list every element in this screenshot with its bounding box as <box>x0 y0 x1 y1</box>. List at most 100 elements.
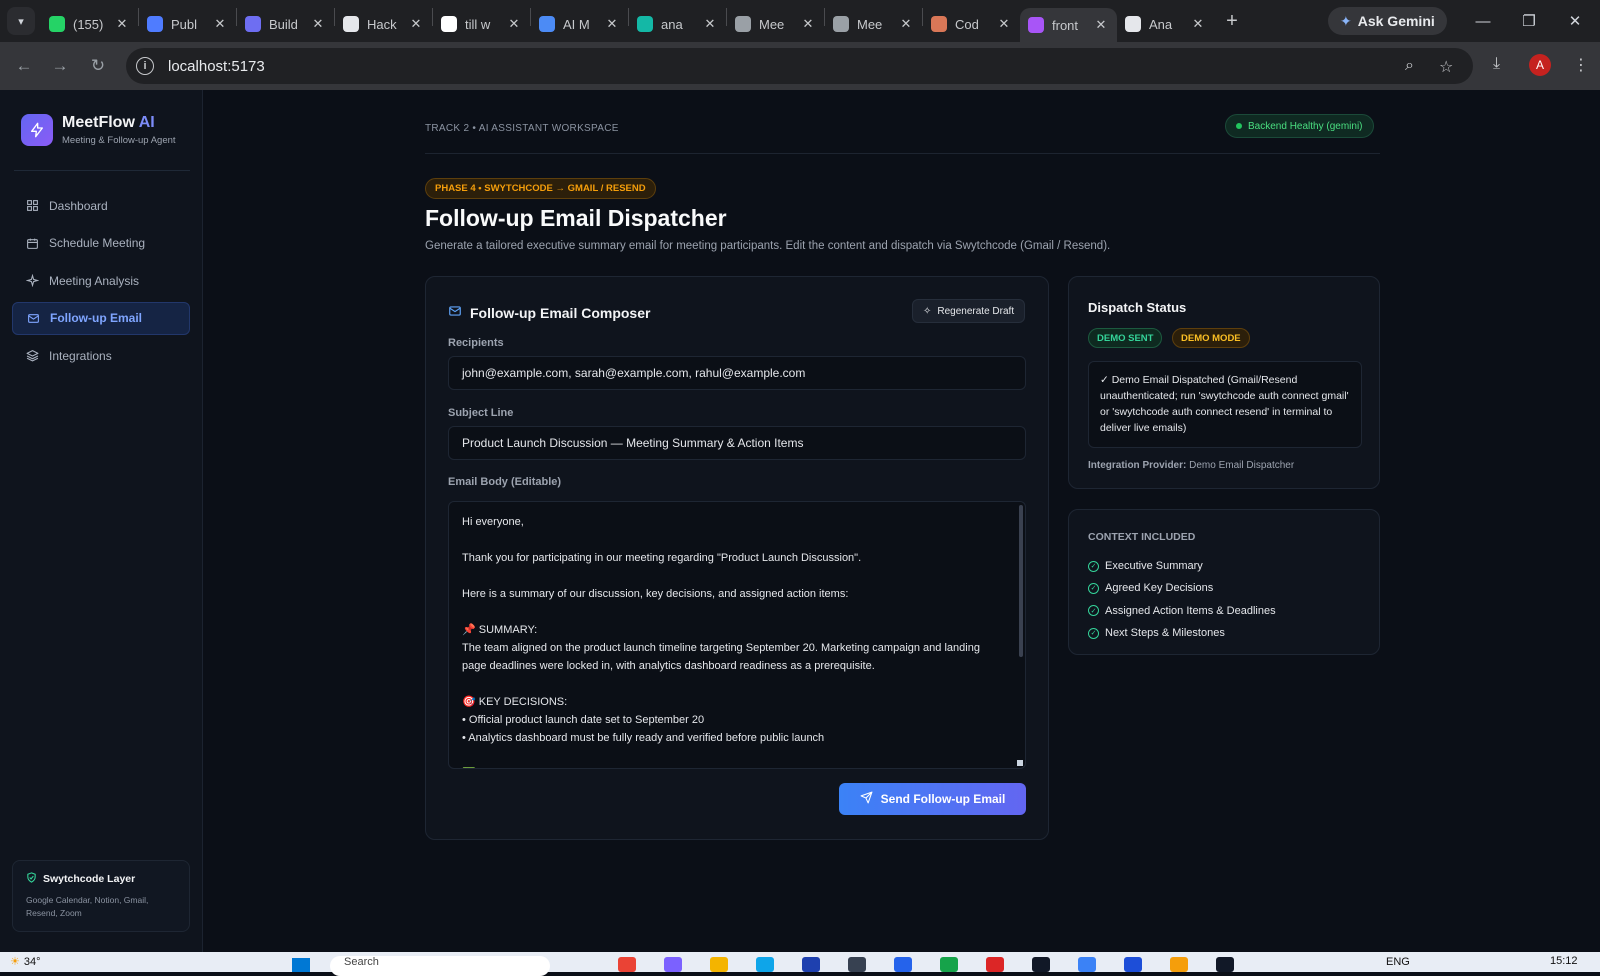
site-info-icon[interactable]: i <box>136 57 154 75</box>
brave-taskbar-icon[interactable] <box>986 957 1004 972</box>
restore-button[interactable]: ❐ <box>1506 0 1552 42</box>
vscode2-taskbar-icon[interactable] <box>1078 957 1096 972</box>
os-taskbar: ☀ 34° Search ENG 15:12 <box>0 952 1600 976</box>
browser-tab[interactable]: Publ ✕ <box>139 8 236 40</box>
new-tab-button[interactable]: + <box>1218 10 1246 33</box>
context-item-label: Agreed Key Decisions <box>1105 582 1214 595</box>
xbox-taskbar-icon[interactable] <box>940 957 958 972</box>
context-item: ✓ Agreed Key Decisions <box>1088 577 1276 599</box>
regenerate-draft-button[interactable]: ✧ Regenerate Draft <box>912 299 1026 323</box>
zoom-icon[interactable]: ⌕ <box>1405 57 1414 75</box>
sidebar-item-integrations[interactable]: Integrations <box>12 339 190 372</box>
build-icon <box>245 16 261 32</box>
github-taskbar-icon[interactable] <box>1032 957 1050 972</box>
context-included-card: CONTEXT INCLUDED ✓ Executive Summary ✓ Agre… <box>1068 509 1380 655</box>
tab-close-icon[interactable]: ✕ <box>408 16 424 32</box>
folder-taskbar-icon[interactable] <box>710 957 728 972</box>
backend-health-badge: Backend Healthy (gemini) <box>1225 114 1374 138</box>
email-body-textarea[interactable]: Hi everyone, Thank you for participating… <box>448 501 1026 769</box>
layers-icon <box>25 349 39 363</box>
browser-tab[interactable]: front ✕ <box>1020 8 1117 42</box>
forward-button[interactable]: → <box>46 52 74 80</box>
sidebar-item-dashboard[interactable]: Dashboard <box>12 189 190 222</box>
weather-widget[interactable]: ☀ 34° <box>10 955 41 969</box>
language-indicator[interactable]: ENG <box>1386 956 1410 968</box>
vscode-taskbar-icon[interactable] <box>894 957 912 972</box>
mail-icon <box>26 311 40 325</box>
github-icon <box>1125 16 1141 32</box>
app-taskbar-icon[interactable] <box>848 957 866 972</box>
tab-close-icon[interactable]: ✕ <box>1190 16 1206 32</box>
browser-tab[interactable]: till w ✕ <box>433 8 530 40</box>
tab-close-icon[interactable]: ✕ <box>114 16 130 32</box>
windows-start-icon[interactable] <box>292 958 310 972</box>
back-button[interactable]: ← <box>10 52 38 80</box>
tab-search-button[interactable]: ▾ <box>7 7 35 35</box>
copilot-taskbar-icon[interactable] <box>664 957 682 972</box>
chatgpt-taskbar-icon[interactable] <box>1216 957 1234 972</box>
download-icon[interactable]: ⤓ <box>1493 55 1500 73</box>
swytchcode-layer-title: Swytchcode Layer <box>43 873 136 885</box>
recipients-input[interactable]: john@example.com, sarah@example.com, rah… <box>448 356 1026 390</box>
browser-tab[interactable]: Hack ✕ <box>335 8 432 40</box>
word-taskbar-icon[interactable] <box>1124 957 1142 972</box>
reload-button[interactable]: ↻ <box>84 52 112 80</box>
browser-tab[interactable]: Ana ✕ <box>1117 8 1214 40</box>
openai-icon <box>343 16 359 32</box>
edge-taskbar-icon[interactable] <box>756 957 774 972</box>
subject-input[interactable]: Product Launch Discussion — Meeting Summ… <box>448 426 1026 460</box>
context-item: ✓ Executive Summary <box>1088 555 1276 577</box>
resize-handle-icon[interactable] <box>1017 760 1023 766</box>
sidebar-item-follow-up-email[interactable]: Follow-up Email <box>12 301 190 335</box>
bookmark-star-icon[interactable]: ☆ <box>1439 57 1453 77</box>
tab-close-icon[interactable]: ✕ <box>1093 17 1109 33</box>
sidebar: MeetFlow AI Meeting & Follow-up Agent Da… <box>0 90 203 952</box>
brand[interactable]: MeetFlow AI Meeting & Follow-up Agent <box>21 114 176 146</box>
sparkles-icon <box>25 274 39 288</box>
taskbar-search[interactable]: Search <box>330 956 550 976</box>
browser-tab[interactable]: (155) ✕ <box>41 8 138 40</box>
browser-tab[interactable]: AI M ✕ <box>531 8 628 40</box>
close-window-button[interactable]: ✕ <box>1552 0 1598 42</box>
tab-title: Mee <box>857 16 883 32</box>
tab-close-icon[interactable]: ✕ <box>996 16 1012 32</box>
track-label: TRACK 2 • AI ASSISTANT WORKSPACE <box>425 123 619 134</box>
arrow-right-icon: → <box>51 56 69 75</box>
menu-dots-icon[interactable]: ⋮ <box>1573 55 1589 75</box>
sparkles-icon: ✧ <box>923 305 932 317</box>
app2-taskbar-icon[interactable] <box>1170 957 1188 972</box>
address-bar[interactable]: i localhost:5173 ⌕ ☆ <box>126 48 1473 84</box>
chrome-taskbar-icon[interactable] <box>618 957 636 972</box>
sidebar-nav: Dashboard Schedule Meeting Meeting Analysi… <box>12 189 190 377</box>
store-taskbar-icon[interactable] <box>802 957 820 972</box>
sidebar-item-meeting-analysis[interactable]: Meeting Analysis <box>12 264 190 297</box>
reload-icon: ↻ <box>90 56 106 75</box>
check-circle-icon: ✓ <box>1088 605 1099 617</box>
context-item: ✓ Next Steps & Milestones <box>1088 622 1276 644</box>
browser-tab[interactable]: Mee ✕ <box>825 8 922 40</box>
phase-badge: PHASE 4 • SWYTCHCODE → GMAIL / RESEND <box>425 178 656 199</box>
send-email-button[interactable]: Send Follow-up Email <box>839 783 1026 815</box>
browser-tab[interactable]: Mee ✕ <box>727 8 824 40</box>
clock[interactable]: 15:12 <box>1550 955 1578 967</box>
tab-close-icon[interactable]: ✕ <box>212 16 228 32</box>
tab-close-icon[interactable]: ✕ <box>604 16 620 32</box>
browser-tab[interactable]: Cod ✕ <box>923 8 1020 40</box>
context-item: ✓ Assigned Action Items & Deadlines <box>1088 600 1276 622</box>
tab-close-icon[interactable]: ✕ <box>702 16 718 32</box>
tab-close-icon[interactable]: ✕ <box>506 16 522 32</box>
tab-close-icon[interactable]: ✕ <box>310 16 326 32</box>
tab-close-icon[interactable]: ✕ <box>898 16 914 32</box>
sidebar-item-schedule-meeting[interactable]: Schedule Meeting <box>12 227 190 260</box>
tab-close-icon[interactable]: ✕ <box>800 16 816 32</box>
browser-tab[interactable]: Build ✕ <box>237 8 334 40</box>
ask-gemini-label: Ask Gemini <box>1357 13 1435 29</box>
send-icon <box>860 791 873 807</box>
profile-avatar[interactable]: A <box>1529 54 1551 76</box>
minimize-button[interactable]: ― <box>1460 0 1506 42</box>
ask-gemini-button[interactable]: ✦ Ask Gemini <box>1328 7 1447 35</box>
browser-tab-strip: ▾ (155) ✕ Publ ✕ Build ✕ Hack ✕ till w ✕ AI M ✕ ana ✕… <box>0 0 1600 42</box>
textarea-scrollbar[interactable] <box>1019 505 1023 657</box>
sidebar-item-label: Meeting Analysis <box>49 273 140 288</box>
browser-tab[interactable]: ana ✕ <box>629 8 726 40</box>
